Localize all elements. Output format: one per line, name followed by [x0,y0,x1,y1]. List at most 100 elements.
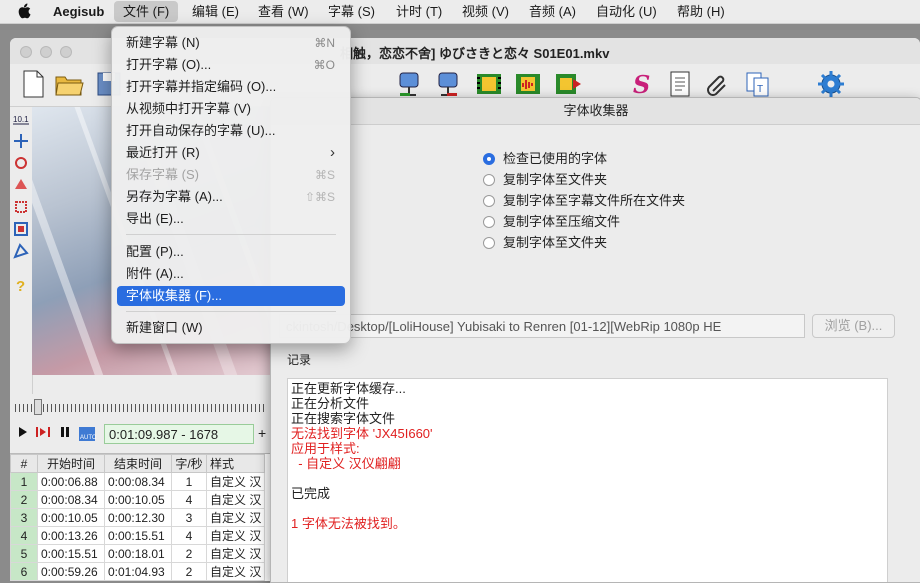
log-textbox[interactable]: 正在更新字体缓存... 正在分析文件 正在搜索字体文件 无法找到字体 'JX45… [287,378,888,582]
app-menu[interactable]: Aegisub [44,0,113,23]
video-play-icon[interactable] [553,69,583,99]
table-cell[interactable]: 0:00:13.26 [37,526,105,545]
row-number-cell[interactable]: 3 [10,508,38,527]
menu-item-font-collector[interactable]: 字体收集器 (F)... [117,286,345,306]
table-cell[interactable]: 0:00:59.26 [37,562,105,581]
table-cell[interactable]: 4 [171,490,207,509]
minimize-window-button[interactable] [40,46,52,58]
attachments-icon[interactable] [703,69,733,99]
time-display-field[interactable]: 0:01:09.987 - 1678 [104,424,254,444]
menu-item-attachments[interactable]: 附件 (A)... [117,264,345,284]
open-folder-icon[interactable] [54,69,84,99]
clip-tool-icon[interactable] [13,221,29,237]
radio-icon[interactable] [483,195,495,207]
rotate-xy-icon[interactable] [13,177,29,193]
radio-icon[interactable] [483,216,495,228]
radio-icon[interactable] [483,174,495,186]
menu-help[interactable]: 帮助 (H) [668,0,734,23]
automation-gear-icon[interactable] [816,69,846,99]
menu-item-open-from-video[interactable]: 从视频中打开字幕 (V) [117,99,345,119]
row-number-cell[interactable]: 2 [10,490,38,509]
table-cell[interactable]: 0:00:06.88 [37,472,105,491]
menu-subtitle[interactable]: 字幕 (S) [319,0,384,23]
menu-item-new-window[interactable]: 新建窗口 (W) [117,318,345,338]
table-cell[interactable]: 0:01:04.93 [104,562,172,581]
table-row[interactable]: 1 0:00:06.88 0:00:08.34 1 自定义 汉 [10,472,266,491]
seek-track[interactable] [15,404,265,412]
table-row[interactable]: 2 0:00:08.34 0:00:10.05 4 自定义 汉 [10,490,266,509]
menu-item-new-subtitles[interactable]: 新建字幕 (N) ⌘N [117,33,345,53]
row-number-cell[interactable]: 1 [10,472,38,491]
menu-item-properties[interactable]: 配置 (P)... [117,242,345,262]
option-copy-to-folder-2[interactable]: 复制字体至文件夹 [483,233,607,253]
table-cell[interactable]: 0:00:10.05 [37,508,105,527]
table-cell[interactable]: 0:00:08.34 [104,472,172,491]
table-cell[interactable]: 自定义 汉 [205,544,266,563]
table-cell[interactable]: 自定义 汉 [205,508,266,527]
menu-audio[interactable]: 音频 (A) [520,0,585,23]
menu-item-save-as[interactable]: 另存为字幕 (A)... ⇧⌘S [117,187,345,207]
menu-video[interactable]: 视频 (V) [453,0,518,23]
add-button[interactable]: + [258,425,266,441]
play-line-icon[interactable] [36,426,50,441]
menu-file[interactable]: 文件 (F) [114,1,179,22]
row-number-cell[interactable]: 5 [10,544,38,563]
table-row[interactable]: 5 0:00:15.51 0:00:18.01 2 自定义 汉 [10,544,266,563]
menu-automation[interactable]: 自动化 (U) [587,0,666,23]
grid-header-end[interactable]: 结束时间 [104,454,172,473]
table-cell[interactable]: 4 [171,526,207,545]
menu-item-export[interactable]: 导出 (E)... [117,209,345,229]
menu-item-recent[interactable]: 最近打开 (R) › [117,143,345,163]
close-window-button[interactable] [20,46,32,58]
table-cell[interactable]: 0:00:15.51 [37,544,105,563]
row-number-cell[interactable]: 4 [10,526,38,545]
table-cell[interactable]: 0:00:15.51 [104,526,172,545]
seek-bar[interactable] [10,394,272,418]
menu-edit[interactable]: 编辑 (E) [183,0,248,23]
table-cell[interactable]: 3 [171,508,207,527]
table-cell[interactable]: 0:00:18.01 [104,544,172,563]
table-row[interactable]: 6 0:00:59.26 0:01:04.93 2 自定义 汉 [10,562,266,581]
row-number-cell[interactable]: 6 [10,562,38,581]
radio-icon[interactable] [483,237,495,249]
option-check-fonts[interactable]: 检查已使用的字体 [483,149,607,169]
snap-start-icon[interactable] [394,69,424,99]
menu-item-open-subtitles[interactable]: 打开字幕 (O)... ⌘O [117,55,345,75]
seek-thumb[interactable] [34,399,42,415]
table-cell[interactable]: 0:00:12.30 [104,508,172,527]
pause-icon[interactable] [60,426,70,441]
option-copy-to-folder[interactable]: 复制字体至文件夹 [483,170,607,190]
vector-clip-icon[interactable] [13,243,29,259]
radio-selected-icon[interactable] [483,153,495,165]
option-copy-to-zip[interactable]: 复制字体至压缩文件 [483,212,620,232]
table-cell[interactable]: 自定义 汉 [205,490,266,509]
new-file-icon[interactable] [18,69,48,99]
table-row[interactable]: 4 0:00:13.26 0:00:15.51 4 自定义 汉 [10,526,266,545]
table-cell[interactable]: 2 [171,544,207,563]
drag-tool-icon[interactable] [13,133,29,149]
properties-icon[interactable] [665,69,695,99]
option-copy-to-sub-folder[interactable]: 复制字体至字幕文件所在文件夹 [483,191,685,211]
menu-item-open-autosave[interactable]: 打开自动保存的字幕 (U)... [117,121,345,141]
zoom-window-button[interactable] [60,46,72,58]
grid-header-cps[interactable]: 字/秒 [171,454,207,473]
table-cell[interactable]: 0:00:08.34 [37,490,105,509]
rotate-z-icon[interactable] [13,155,29,171]
snap-end-icon[interactable] [433,69,463,99]
standard-tool-icon[interactable]: 10.1 [13,111,29,127]
help-icon[interactable]: ? [13,277,29,295]
table-cell[interactable]: 0:00:10.05 [104,490,172,509]
grid-header-style[interactable]: 样式 [205,454,266,473]
auto-scroll-icon[interactable]: AUTO [78,426,97,445]
table-cell[interactable]: 1 [171,472,207,491]
menu-timing[interactable]: 计时 (T) [387,0,451,23]
table-cell[interactable]: 自定义 汉 [205,562,266,581]
audio-frames-icon[interactable] [513,69,543,99]
scale-tool-icon[interactable] [13,199,29,215]
styling-assistant-icon[interactable]: S [626,69,656,99]
table-row[interactable]: 3 0:00:10.05 0:00:12.30 3 自定义 汉 [10,508,266,527]
grid-header-start[interactable]: 开始时间 [37,454,105,473]
table-cell[interactable]: 自定义 汉 [205,526,266,545]
destination-path-field[interactable]: ckintosh/Desktop/[LoliHouse] Yubisaki to… [279,314,805,338]
apple-icon[interactable] [8,0,40,23]
